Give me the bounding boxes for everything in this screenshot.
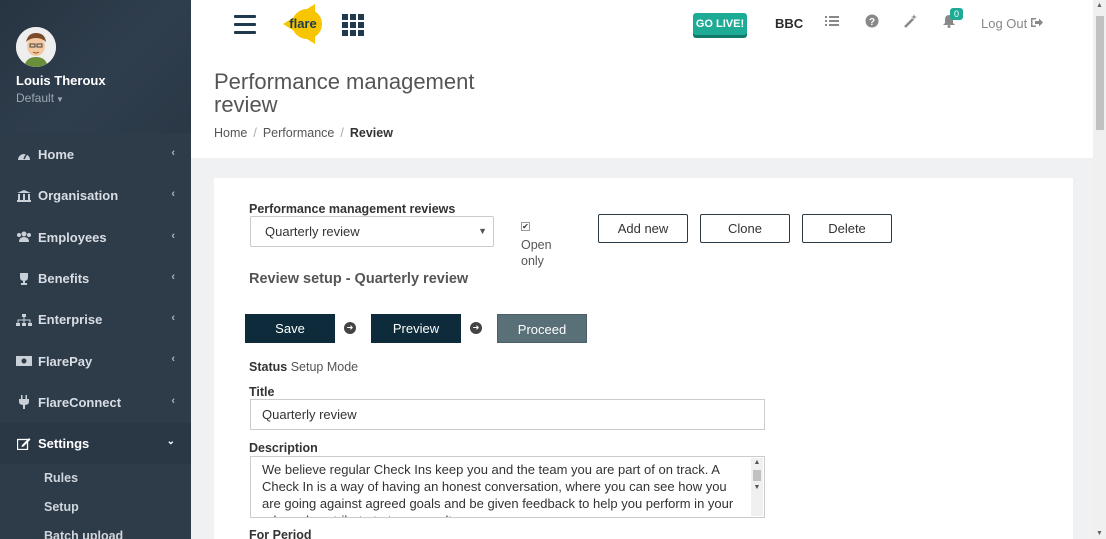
nav-item-enterprise[interactable]: Enterprise ‹ — [0, 299, 191, 340]
go-live-button[interactable]: GO LIVE! — [693, 13, 747, 35]
sidebar: Louis Theroux Default ▼ Home ‹ Organisati… — [0, 0, 191, 539]
proceed-button[interactable]: Proceed — [497, 314, 587, 343]
subnav-item-rules[interactable]: Rules — [0, 464, 191, 493]
plug-icon — [16, 395, 32, 410]
breadcrumb-performance[interactable]: Performance — [263, 126, 335, 140]
chevron-left-icon: ‹ — [171, 394, 175, 407]
scroll-down-icon[interactable]: ▼ — [1093, 530, 1106, 537]
review-setup-heading: Review setup - Quarterly review — [249, 271, 469, 287]
nav-item-organisation[interactable]: Organisation ‹ — [0, 175, 191, 216]
nav-label-enterprise: Enterprise — [38, 312, 103, 328]
logout-link[interactable]: Log Out — [981, 16, 1043, 31]
role-dropdown[interactable]: Default ▼ — [16, 91, 191, 105]
nav-label-benefits: Benefits — [38, 271, 90, 287]
scroll-thumb[interactable] — [753, 470, 761, 481]
subnav-item-setup[interactable]: Setup — [0, 493, 191, 522]
review-setup-card: Performance management reviews Quarterly… — [214, 178, 1073, 539]
hamburger-menu-icon[interactable] — [234, 15, 256, 34]
dashboard-icon — [16, 148, 32, 162]
textarea-scrollbar[interactable]: ▲ ▼ — [751, 458, 763, 516]
chevron-down-icon: ⌄ — [166, 436, 175, 448]
description-text: We believe regular Check Ins keep you an… — [262, 462, 734, 517]
chevron-left-icon: ‹ — [171, 147, 175, 159]
list-icon[interactable] — [824, 14, 840, 32]
nav-label-flarepay: FlarePay — [38, 353, 93, 369]
chevron-left-icon: ‹ — [171, 188, 175, 201]
chevron-left-icon: ‹ — [171, 312, 175, 325]
reviews-select-value: Quarterly review — [265, 224, 360, 239]
help-icon[interactable]: ? — [864, 14, 880, 32]
clone-button[interactable]: Clone — [700, 214, 790, 243]
flare-logo[interactable]: flare — [281, 2, 325, 46]
add-new-button[interactable]: Add new — [598, 214, 688, 243]
users-icon — [16, 230, 32, 244]
magic-wand-icon[interactable] — [903, 14, 919, 32]
top-bar: flare GO LIVE! BBC ? 0 Log Out — [191, 0, 1093, 50]
logout-label: Log Out — [981, 16, 1028, 31]
sitemap-icon — [16, 313, 32, 327]
breadcrumb-current: Review — [349, 126, 393, 140]
open-only-checkbox[interactable]: ✔ — [521, 222, 530, 231]
status-value: Setup Mode — [290, 360, 359, 374]
main-nav: Home ‹ Organisation ‹ Employees ‹ Benefi… — [0, 133, 191, 539]
trophy-icon — [16, 272, 32, 286]
scroll-up-icon[interactable]: ▲ — [751, 458, 763, 468]
scroll-up-icon[interactable]: ▲ — [1093, 0, 1106, 12]
nav-item-employees[interactable]: Employees ‹ — [0, 217, 191, 258]
description-textarea[interactable]: We believe regular Check Ins keep you an… — [250, 456, 765, 518]
nav-label-organisation: Organisation — [38, 188, 119, 204]
nav-item-home[interactable]: Home ‹ — [0, 134, 191, 175]
svg-text:?: ? — [869, 17, 875, 28]
reviews-select[interactable]: Quarterly review ▼ — [250, 216, 494, 247]
page-title: Performance management review — [214, 69, 475, 117]
chevron-left-icon: ‹ — [171, 270, 175, 283]
notification-badge: 0 — [950, 8, 964, 20]
arrow-right-icon: ➜ — [470, 322, 482, 334]
page-header: Performance management review Home / Perfo… — [191, 50, 1093, 158]
delete-button[interactable]: Delete — [802, 214, 892, 243]
nav-label-home: Home — [38, 147, 75, 163]
nav-label-flareconnect: FlareConnect — [38, 394, 122, 410]
nav-item-flareconnect[interactable]: FlareConnect ‹ — [0, 382, 191, 423]
period-label: For Period — [249, 528, 312, 539]
nav-label-settings: Settings — [38, 436, 90, 452]
preview-button[interactable]: Preview — [371, 314, 461, 343]
title-label: Title — [249, 385, 275, 399]
page-scroll-thumb[interactable] — [1096, 16, 1104, 130]
arrow-right-icon: ➜ — [344, 322, 356, 334]
subnav-item-batch-upload[interactable]: Batch upload — [0, 522, 191, 539]
nav-item-benefits[interactable]: Benefits ‹ — [0, 258, 191, 299]
nav-item-settings[interactable]: Settings ⌄ — [0, 423, 191, 465]
status-line: Status Setup Mode — [249, 360, 358, 374]
breadcrumb-home[interactable]: Home — [214, 126, 247, 140]
open-only-label: Open only — [521, 238, 552, 268]
user-name: Louis Theroux — [16, 73, 106, 88]
save-button[interactable]: Save — [245, 314, 335, 343]
page-scrollbar[interactable]: ▲ ▼ — [1093, 0, 1106, 539]
company-name[interactable]: BBC — [775, 16, 803, 31]
logo-text: flare — [289, 16, 316, 31]
select-arrow-icon: ▼ — [478, 226, 487, 236]
avatar[interactable] — [16, 27, 56, 67]
title-input[interactable]: Quarterly review — [250, 399, 765, 430]
nav-item-flarepay[interactable]: FlarePay ‹ — [0, 340, 191, 381]
status-label: Status — [249, 360, 288, 374]
nav-label-employees: Employees — [38, 229, 107, 245]
caret-down-icon: ▼ — [56, 95, 64, 104]
sign-out-icon — [1030, 16, 1043, 31]
chevron-left-icon: ‹ — [171, 229, 175, 242]
role-label: Default — [16, 91, 55, 105]
edit-icon — [16, 437, 32, 451]
description-label: Description — [249, 441, 318, 455]
money-icon — [16, 354, 32, 368]
reviews-select-label: Performance management reviews — [249, 202, 456, 216]
chevron-left-icon: ‹ — [171, 353, 175, 366]
scroll-down-icon[interactable]: ▼ — [751, 483, 763, 493]
user-profile: Louis Theroux Default ▼ — [0, 0, 191, 133]
breadcrumb: Home / Performance / Review — [214, 126, 393, 140]
apps-grid-icon[interactable] — [342, 14, 364, 36]
bank-icon — [16, 189, 32, 203]
